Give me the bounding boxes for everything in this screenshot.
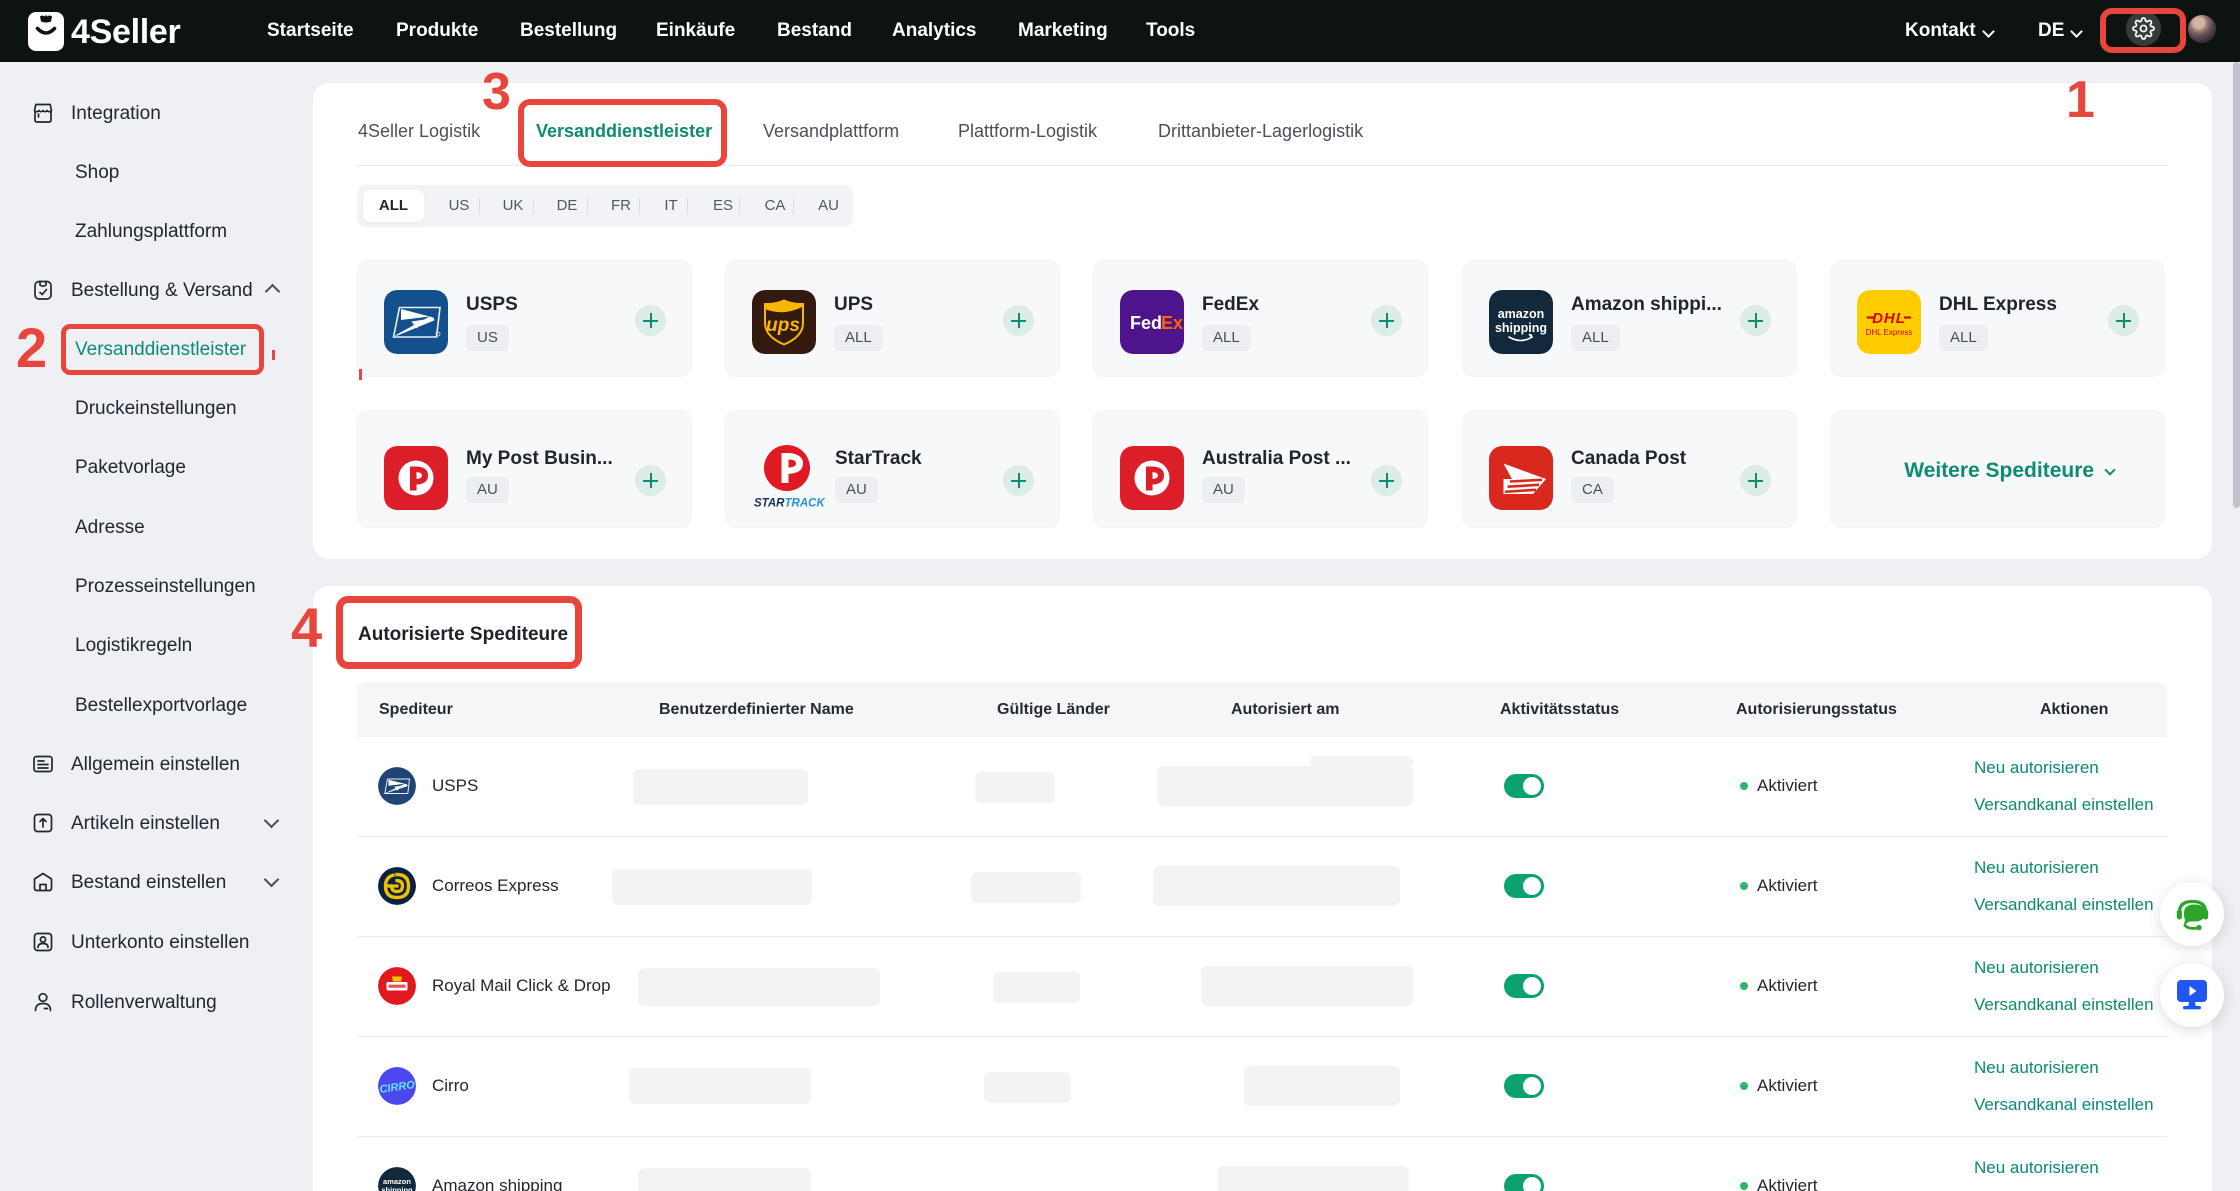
svg-text:STAR: STAR [754,498,785,510]
svg-text:amazon: amazon [1498,307,1545,321]
svg-text:ups: ups [766,315,800,336]
svg-text:shipping: shipping [1495,321,1547,335]
svg-text:Fed: Fed [1130,313,1162,333]
svg-text:DHL Express: DHL Express [1866,328,1913,337]
svg-text:Ex: Ex [1161,313,1183,333]
svg-text:shipping: shipping [381,1186,413,1191]
svg-text:DHL: DHL [1872,310,1906,327]
svg-text:TRACK: TRACK [785,498,826,510]
